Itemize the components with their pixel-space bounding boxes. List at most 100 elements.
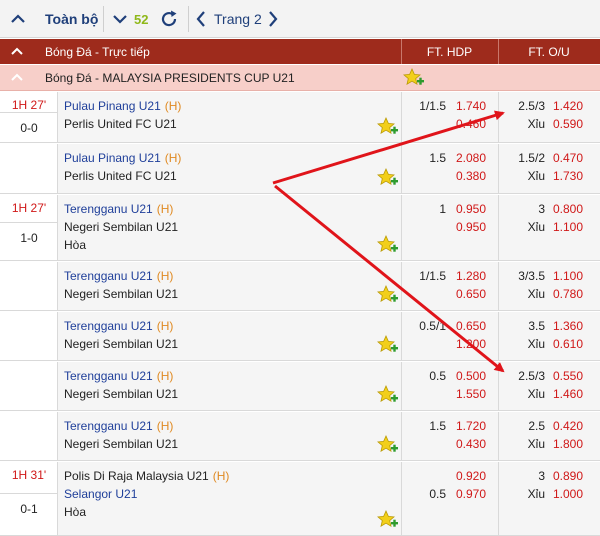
dropdown-button[interactable] xyxy=(110,0,130,38)
match-time: 1H 27' xyxy=(11,201,47,215)
league-collapse-button[interactable] xyxy=(8,69,26,90)
page-label: Trang 2 xyxy=(214,11,262,27)
match-time: 1H 27' xyxy=(11,98,47,112)
chevron-down-icon xyxy=(113,15,127,24)
hdp-home-odds[interactable]: 1.740 xyxy=(456,99,486,113)
away-team[interactable]: Negeri Sembilan U21 xyxy=(64,220,178,234)
section-collapse-button[interactable] xyxy=(8,39,26,64)
ou-under-odds[interactable]: 0.610 xyxy=(553,337,583,351)
star-add-icon xyxy=(377,168,398,186)
favorite-match-button[interactable] xyxy=(377,435,399,455)
ou-over-odds[interactable]: 1.420 xyxy=(553,99,583,113)
ou-over-odds[interactable]: 0.800 xyxy=(553,202,583,216)
favorite-match-button[interactable] xyxy=(377,235,399,255)
filter-all-label[interactable]: Toàn bộ xyxy=(45,0,98,38)
favorite-match-button[interactable] xyxy=(377,168,399,188)
home-indicator: (H) xyxy=(212,469,230,483)
ou-line: 2.5/3 xyxy=(518,99,545,113)
ou-over-odds[interactable]: 1.100 xyxy=(553,269,583,283)
refresh-button[interactable] xyxy=(158,0,180,38)
favorite-match-button[interactable] xyxy=(377,335,399,355)
hdp-away-odds[interactable]: 0.650 xyxy=(456,287,486,301)
favorite-match-button[interactable] xyxy=(377,285,399,305)
hdp-home-odds[interactable]: 1.720 xyxy=(456,419,486,433)
divider xyxy=(498,462,499,535)
favorite-match-button[interactable] xyxy=(377,117,399,137)
hdp-home-odds[interactable]: 0.950 xyxy=(456,202,486,216)
ou-line: 3/3.5 xyxy=(518,269,545,283)
match-row: 1H 27' 1-0 Terengganu U21 (H) Negeri Sembila… xyxy=(0,195,600,261)
hdp-away-odds[interactable]: 0.950 xyxy=(456,220,486,234)
divider xyxy=(498,262,499,310)
home-team[interactable]: Terengganu U21 (H) xyxy=(64,269,173,283)
time-column xyxy=(0,262,58,310)
ou-under-odds[interactable]: 1.800 xyxy=(553,437,583,451)
hdp-away-odds[interactable]: 0.380 xyxy=(456,169,486,183)
hdp-away-odds[interactable]: 1.550 xyxy=(456,387,486,401)
match-row: Terengganu U21 (H) Negeri Sembilan U21 0.5 0… xyxy=(0,362,600,411)
ou-under-odds[interactable]: 1.460 xyxy=(553,387,583,401)
collapse-all-button[interactable] xyxy=(8,0,28,38)
favorite-league-button[interactable] xyxy=(403,68,425,91)
hdp-home-odds[interactable]: 2.080 xyxy=(456,151,486,165)
hdp-home-odds[interactable]: 0.650 xyxy=(456,319,486,333)
ou-under-odds[interactable]: 1.000 xyxy=(553,487,583,501)
ou-over-odds[interactable]: 0.550 xyxy=(553,369,583,383)
favorite-match-button[interactable] xyxy=(377,510,399,530)
chevron-up-icon xyxy=(11,73,23,81)
home-team[interactable]: Terengganu U21 (H) xyxy=(64,419,173,433)
hdp-line: 1.5 xyxy=(429,419,446,433)
favorite-match-button[interactable] xyxy=(377,385,399,405)
ou-under-odds[interactable]: 1.100 xyxy=(553,220,583,234)
hdp-line: 1/1.5 xyxy=(419,269,446,283)
league-header[interactable]: Bóng Đá - MALAYSIA PRESIDENTS CUP U21 xyxy=(0,65,600,91)
time-column xyxy=(0,362,58,410)
hdp-line: 1 xyxy=(439,202,446,216)
match-row: Terengganu U21 (H) Negeri Sembilan U21 0.5/… xyxy=(0,312,600,361)
draw-label: Hòa xyxy=(64,505,87,519)
hdp-home-odds[interactable]: 0.500 xyxy=(456,369,486,383)
home-team[interactable]: Terengganu U21 (H) xyxy=(64,202,173,216)
ou-over-odds[interactable]: 0.420 xyxy=(553,419,583,433)
home-indicator: (H) xyxy=(156,319,174,333)
home-team[interactable]: Pulau Pinang U21 (H) xyxy=(64,151,181,165)
home-team[interactable]: Polis Di Raja Malaysia U21 (H) xyxy=(64,469,229,483)
ou-under-odds[interactable]: 0.590 xyxy=(553,117,583,131)
away-team[interactable]: Negeri Sembilan U21 xyxy=(64,287,178,301)
home-team[interactable]: Terengganu U21 (H) xyxy=(64,319,173,333)
hdp-away-odds[interactable]: 0.430 xyxy=(456,437,486,451)
prev-page-button[interactable] xyxy=(194,0,208,38)
time-column xyxy=(0,312,58,360)
away-team[interactable]: Selangor U21 xyxy=(64,487,137,501)
time-divider xyxy=(0,222,58,223)
hdp-away-odds[interactable]: 0.460 xyxy=(456,117,486,131)
away-team[interactable]: Perlis United FC U21 xyxy=(64,117,177,131)
home-indicator: (H) xyxy=(156,269,174,283)
away-team[interactable]: Negeri Sembilan U21 xyxy=(64,337,178,351)
next-page-button[interactable] xyxy=(266,0,280,38)
time-column xyxy=(0,412,58,460)
hdp-home-odds[interactable]: 0.920 xyxy=(456,469,486,483)
ou-line: 2.5 xyxy=(528,419,545,433)
ou-under-label: Xỉu xyxy=(527,117,545,131)
hdp-line: 0.5 xyxy=(429,369,446,383)
ou-under-label: Xỉu xyxy=(527,487,545,501)
time-divider xyxy=(0,112,58,113)
ou-under-odds[interactable]: 1.730 xyxy=(553,169,583,183)
away-team[interactable]: Negeri Sembilan U21 xyxy=(64,387,178,401)
away-team[interactable]: Negeri Sembilan U21 xyxy=(64,437,178,451)
home-team[interactable]: Pulau Pinang U21 (H) xyxy=(64,99,181,113)
ou-over-odds[interactable]: 0.890 xyxy=(553,469,583,483)
hdp-home-odds[interactable]: 1.280 xyxy=(456,269,486,283)
ou-over-odds[interactable]: 0.470 xyxy=(553,151,583,165)
column-header-ou: FT. O/U xyxy=(528,44,570,59)
away-team[interactable]: Perlis United FC U21 xyxy=(64,169,177,183)
match-score: 0-0 xyxy=(20,121,38,135)
home-team-name: Terengganu U21 xyxy=(64,269,153,283)
hdp-away-odds[interactable]: 1.200 xyxy=(456,337,486,351)
ou-under-odds[interactable]: 0.780 xyxy=(553,287,583,301)
ou-over-odds[interactable]: 1.360 xyxy=(553,319,583,333)
hdp-away-odds[interactable]: 0.970 xyxy=(456,487,486,501)
ou-line: 3.5 xyxy=(528,319,545,333)
home-team[interactable]: Terengganu U21 (H) xyxy=(64,369,173,383)
